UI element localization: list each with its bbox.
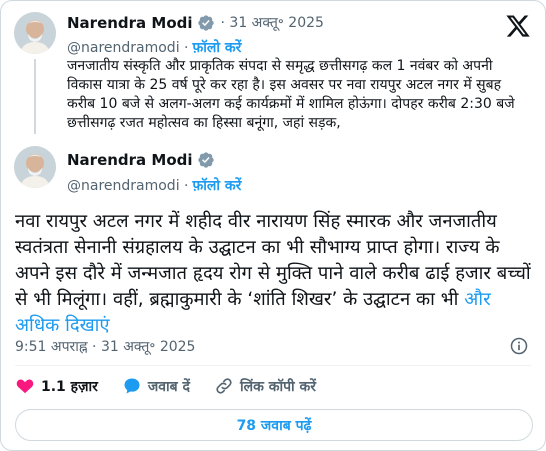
divider [15, 365, 531, 366]
avatar[interactable] [14, 146, 56, 188]
thread-connector-line [34, 59, 36, 134]
like-count: 1.1 हज़ार [41, 378, 98, 395]
avatar[interactable] [14, 12, 56, 54]
read-replies-button[interactable]: 78 जवाब पढ़ें [15, 409, 533, 441]
quoted-tweet-subheader: @narendramodi · फ़ॉलो करें [67, 38, 241, 57]
tweet-full-date: 31 अक्तू॰ 2025 [100, 339, 196, 355]
speech-bubble-icon [124, 378, 140, 394]
tweet-time: 9:51 अपराह्न [15, 339, 88, 355]
tweet-timestamp[interactable]: 9:51 अपराह्न · 31 अक्तू॰ 2025 [15, 337, 195, 356]
follow-button[interactable]: फ़ॉलो करें [193, 176, 242, 195]
quoted-tweet-text: जनजातीय संस्कृति और प्राकृतिक संपदा से स… [67, 58, 515, 131]
copy-link-button[interactable]: लिंक कॉपी करें [214, 376, 316, 396]
info-icon[interactable] [509, 336, 529, 356]
reply-button[interactable]: जवाब दें [122, 376, 190, 396]
separator-dot: · [87, 338, 101, 355]
main-tweet-header: Narendra Modi [67, 151, 215, 169]
verified-badge-icon [197, 14, 214, 31]
x-logo-icon[interactable] [505, 13, 531, 39]
author-handle[interactable]: @narendramodi [67, 178, 180, 194]
separator-dot: · [179, 39, 189, 56]
separator-dot: · [179, 177, 189, 194]
quoted-tweet-header: Narendra Modi · 31 अक्तू॰ 2025 [67, 13, 324, 32]
reply-label: जवाब दें [147, 378, 190, 395]
copy-link-label: लिंक कॉपी करें [239, 378, 317, 395]
action-bar: 1.1 हज़ार जवाब दें लिंक कॉपी करें [15, 376, 340, 396]
link-icon [216, 378, 232, 394]
follow-button[interactable]: फ़ॉलो करें [193, 38, 242, 57]
main-tweet-text: नवा रायपुर अटल नगर में शहीद वीर नारायण स… [15, 209, 535, 339]
tweet-body: नवा रायपुर अटल नगर में शहीद वीर नारायण स… [15, 211, 531, 310]
tweet-date[interactable]: · 31 अक्तू॰ 2025 [221, 13, 324, 32]
like-button[interactable]: 1.1 हज़ार [15, 376, 98, 396]
heart-icon [16, 379, 34, 394]
author-name[interactable]: Narendra Modi [67, 151, 193, 169]
author-handle[interactable]: @narendramodi [67, 40, 180, 56]
author-name[interactable]: Narendra Modi [67, 14, 193, 32]
main-tweet-subheader: @narendramodi · फ़ॉलो करें [67, 176, 241, 195]
tweet-embed-card: Narendra Modi · 31 अक्तू॰ 2025 @narendra… [0, 0, 546, 451]
verified-badge-icon [197, 152, 214, 168]
